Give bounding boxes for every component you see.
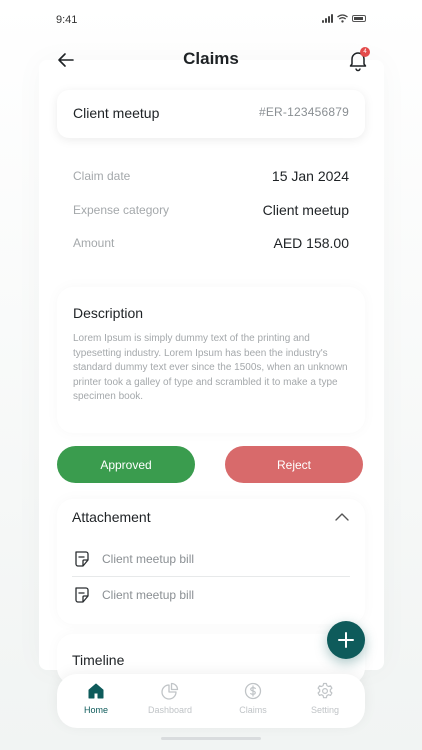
collapse-button[interactable] <box>334 509 350 525</box>
detail-value: 15 Jan 2024 <box>271 168 349 184</box>
status-icons <box>322 14 366 23</box>
nav-label: Home <box>83 705 108 715</box>
description-card: Description Lorem Ipsum is simply dummy … <box>57 287 365 433</box>
bottom-nav: Home Dashboard Claims Setting <box>57 674 365 728</box>
reject-button[interactable]: Reject <box>225 446 363 483</box>
detail-value: Client meetup <box>262 202 349 218</box>
nav-item-dashboard[interactable]: Dashboard <box>140 682 200 715</box>
attachment-card: Attachement Client meetup bill Client me… <box>57 499 365 624</box>
notification-badge: 4 <box>360 47 370 57</box>
divider <box>72 576 350 577</box>
detail-row-expense-category: Expense category Client meetup <box>73 202 349 220</box>
detail-value: AED 158.00 <box>273 235 350 251</box>
attachment-name: Client meetup bill <box>102 588 195 602</box>
nav-item-home[interactable]: Home <box>66 682 126 715</box>
wifi-icon <box>337 14 348 23</box>
home-indicator <box>161 737 261 740</box>
header: Claims 4 <box>0 40 422 80</box>
status-time: 9:41 <box>56 14 78 26</box>
detail-row-claim-date: Claim date 15 Jan 2024 <box>73 168 349 186</box>
file-icon <box>75 551 89 567</box>
plus-icon <box>338 632 354 648</box>
claim-id: #ER-123456879 <box>258 105 349 119</box>
nav-item-setting[interactable]: Setting <box>295 682 355 715</box>
attachment-item[interactable]: Client meetup bill <box>72 579 350 611</box>
approve-button[interactable]: Approved <box>57 446 195 483</box>
description-text: Lorem Ipsum is simply dummy text of the … <box>73 333 348 403</box>
dollar-circle-icon <box>244 682 262 700</box>
claim-details-card: Claim date 15 Jan 2024 Expense category … <box>57 150 365 276</box>
nav-label: Dashboard <box>147 705 193 715</box>
add-button[interactable] <box>327 621 365 659</box>
description-title: Description <box>73 305 144 321</box>
attachment-name: Client meetup bill <box>102 552 195 566</box>
nav-label: Setting <box>310 705 340 715</box>
home-icon <box>88 683 104 699</box>
detail-row-amount: Amount AED 158.00 <box>73 235 349 253</box>
pie-chart-icon <box>161 682 179 700</box>
attachment-item[interactable]: Client meetup bill <box>72 543 350 575</box>
nav-item-claims[interactable]: Claims <box>223 682 283 715</box>
claim-name: Client meetup <box>73 105 160 121</box>
chevron-up-icon <box>335 513 349 521</box>
timeline-title: Timeline <box>72 652 125 668</box>
signal-icon <box>322 14 333 23</box>
detail-label: Claim date <box>73 169 131 183</box>
detail-label: Amount <box>73 236 115 250</box>
file-icon <box>75 587 89 603</box>
notifications-button[interactable]: 4 <box>346 47 370 72</box>
detail-label: Expense category <box>73 203 170 217</box>
gear-icon <box>317 682 333 699</box>
nav-label: Claims <box>239 705 267 715</box>
attachment-title: Attachement <box>72 509 151 525</box>
status-bar: 9:41 <box>0 0 422 40</box>
claim-title-card: Client meetup #ER-123456879 <box>57 90 365 138</box>
battery-icon <box>352 15 366 22</box>
